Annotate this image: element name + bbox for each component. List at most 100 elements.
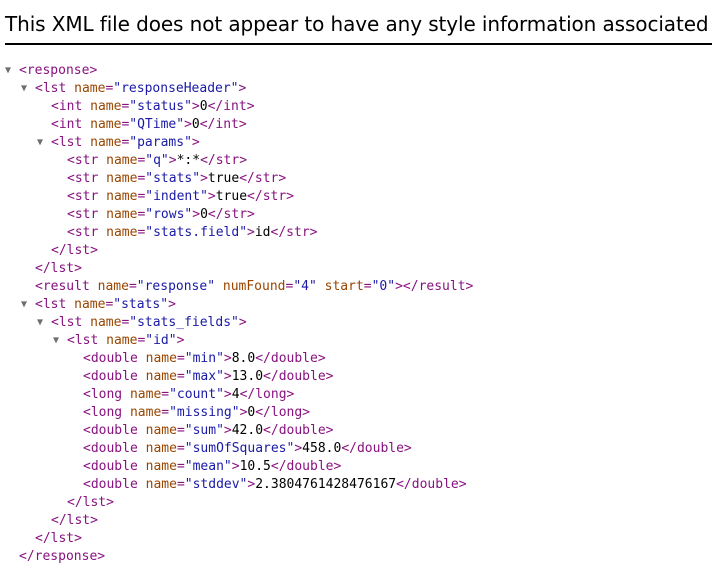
xml-text-value: 2.3804761428476167 — [255, 477, 397, 492]
xml-tag: </long> — [255, 405, 311, 420]
xml-tree-line: <double name="stddev">2.3804761428476167… — [69, 476, 467, 494]
xml-tag: > — [223, 369, 232, 384]
xml-attr-value: "count" — [169, 387, 224, 402]
xml-tag: > — [231, 459, 240, 474]
xml-tree-line: <int name="status">0</int> — [37, 98, 255, 116]
xml-tag: </lst> — [35, 531, 82, 546]
xml-tag: = — [161, 387, 170, 402]
xml-attr-value: "indent" — [145, 189, 208, 204]
xml-text-value: 4 — [231, 387, 240, 402]
xml-text-value: 13.0 — [231, 369, 264, 384]
xml-attr-value: "4" — [293, 279, 317, 294]
xml-tag: </str> — [247, 189, 295, 204]
xml-tag: <result — [35, 279, 98, 294]
xml-tree-line: <str name="rows">0</str> — [53, 206, 255, 224]
collapse-triangle-icon[interactable]: ▼ — [37, 134, 51, 152]
xml-tree-line: ▼ <response> — [5, 62, 97, 80]
xml-attr-name: name — [145, 369, 177, 384]
xml-tag: > — [247, 225, 255, 240]
xml-attr-value: "responseHeader" — [113, 81, 239, 96]
xml-tag: <str — [67, 171, 107, 186]
xml-text-value: true — [207, 171, 240, 186]
xml-tag: <lst — [35, 81, 75, 96]
xml-attr-value: "stddev" — [184, 477, 248, 492]
xml-tag: = — [176, 459, 185, 474]
collapse-triangle-icon[interactable]: ▼ — [5, 62, 19, 80]
xml-tree-line: <int name="QTime">0</int> — [37, 116, 247, 134]
xml-tag: <str — [67, 189, 107, 204]
xml-text-value: 8.0 — [231, 351, 256, 366]
xml-text-value: 10.5 — [239, 459, 271, 474]
xml-tag: </long> — [239, 387, 295, 402]
xml-tree-line: </lst> — [21, 260, 82, 278]
xml-attr-value: "sumOfSquares" — [184, 441, 295, 456]
xml-tag: </int> — [199, 117, 247, 132]
xml-tag: </double> — [263, 423, 334, 438]
xml-notice-header: This XML file does not appear to have an… — [0, 0, 712, 46]
xml-tree-line: </lst> — [37, 512, 98, 530]
xml-tag: </lst> — [67, 495, 114, 510]
xml-attr-name: name — [90, 315, 122, 330]
xml-tag: > — [223, 423, 232, 438]
xml-tree-line: <long name="count">4</long> — [69, 386, 294, 404]
xml-tag: <lst — [35, 297, 75, 312]
xml-tree-line: <double name="min">8.0</double> — [69, 350, 326, 368]
xml-text-value: 0 — [200, 207, 208, 222]
xml-attr-name: name — [97, 279, 129, 294]
xml-tree-line: <str name="stats.field">id</str> — [53, 224, 317, 242]
xml-attr-name: name — [145, 477, 177, 492]
xml-attr-value: "0" — [371, 279, 396, 294]
xml-attr-name: name — [90, 135, 122, 150]
xml-tag: > — [184, 117, 192, 132]
xml-tag — [317, 279, 325, 294]
xml-tree-line: </lst> — [53, 494, 114, 512]
xml-tag: = — [176, 423, 185, 438]
xml-tag: = — [176, 369, 185, 384]
xml-tree-line: </response> — [5, 548, 105, 566]
xml-tag: <lst — [51, 315, 91, 330]
collapse-triangle-icon[interactable]: ▼ — [37, 314, 51, 332]
collapse-triangle-icon[interactable]: ▼ — [53, 332, 67, 350]
xml-tag: </double> — [270, 459, 342, 474]
xml-attr-value: "q" — [145, 153, 169, 168]
xml-tag: </lst> — [51, 513, 98, 528]
xml-tag: > — [223, 387, 232, 402]
xml-attr-value: "status" — [129, 99, 192, 114]
collapse-triangle-icon[interactable]: ▼ — [21, 296, 35, 314]
xml-attr-name: name — [90, 99, 122, 114]
xml-attr-value: "stats" — [113, 297, 169, 312]
xml-tag: </str> — [270, 225, 318, 240]
xml-tree-line: <long name="missing">0</long> — [69, 404, 310, 422]
xml-tag: </int> — [207, 99, 255, 114]
xml-attr-value: "max" — [184, 369, 224, 384]
collapse-triangle-icon[interactable]: ▼ — [21, 80, 35, 98]
xml-attr-value: "rows" — [145, 207, 193, 222]
xml-tag: > — [207, 189, 216, 204]
xml-tag: <double — [83, 369, 146, 384]
xml-text-value: 0 — [199, 99, 208, 114]
xml-tag: = — [176, 477, 185, 492]
xml-tag: </double> — [255, 351, 326, 366]
xml-attr-name: name — [145, 459, 177, 474]
xml-tree-line: <double name="sum">42.0</double> — [69, 422, 334, 440]
xml-text-value: true — [215, 189, 248, 204]
xml-attr-name: name — [90, 117, 122, 132]
xml-attr-value: "min" — [184, 351, 224, 366]
xml-tag: = — [176, 441, 185, 456]
xml-attr-value: "mean" — [184, 459, 232, 474]
xml-text-value: 458.0 — [302, 441, 342, 456]
header-divider — [5, 43, 712, 45]
xml-tree-line: ▼ <lst name="stats"> — [21, 296, 176, 314]
xml-text-value: 42.0 — [231, 423, 264, 438]
xml-tag: = — [128, 279, 137, 294]
xml-attr-value: "id" — [145, 333, 177, 348]
xml-tag: > — [176, 333, 185, 348]
xml-tag: ></result> — [395, 279, 474, 294]
xml-text-value: 0 — [191, 117, 200, 132]
xml-tag: > — [223, 351, 232, 366]
xml-tree-line: ▼ <lst name="params"> — [37, 134, 200, 152]
xml-attr-value: "QTime" — [129, 117, 185, 132]
xml-tag: </str> — [200, 153, 248, 168]
xml-tree-line: <result name="response" numFound="4" sta… — [21, 278, 473, 296]
xml-tag: </lst> — [51, 243, 98, 258]
